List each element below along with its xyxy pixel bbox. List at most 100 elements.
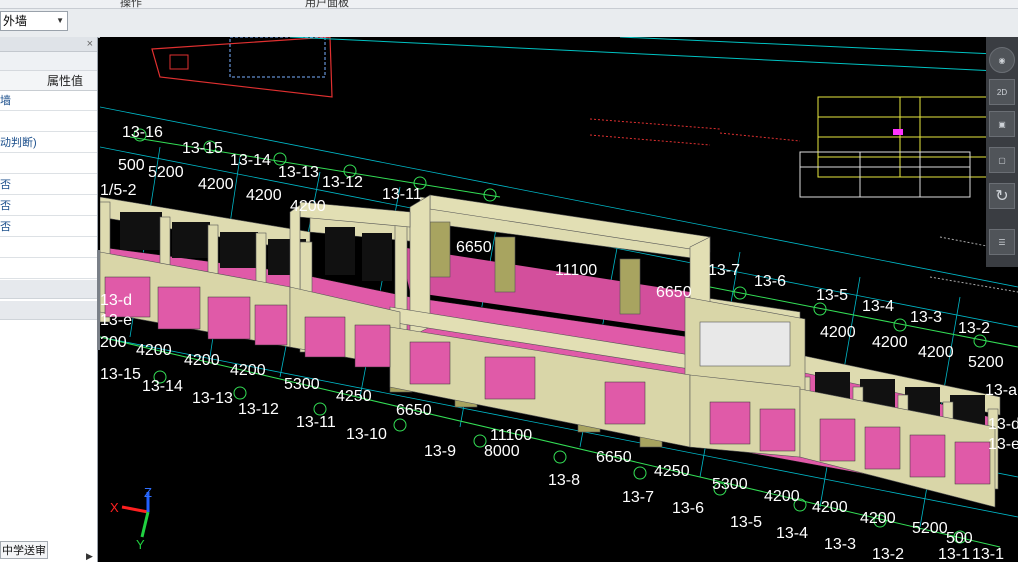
axis-label: 13-3 (824, 536, 856, 553)
sphere-view-icon[interactable]: ◉ (989, 47, 1015, 73)
axis-label: 13-7 (622, 489, 654, 506)
axis-label: 13-13 (192, 390, 233, 407)
property-row[interactable] (0, 259, 97, 279)
3d-box-icon[interactable]: ▣ (989, 111, 1015, 137)
axis-label: 13-2 (958, 320, 990, 337)
panel-toolbar (0, 52, 97, 71)
dim-text: 4250 (336, 388, 372, 405)
panel-title-bar: × (0, 37, 97, 52)
dim-text: 6650 (596, 449, 632, 466)
dim-text: 4200 (764, 488, 800, 505)
property-row[interactable]: 动判断) (0, 133, 97, 153)
chevron-right-icon[interactable]: ▶ (86, 551, 93, 562)
axis-label: 13-11 (296, 414, 336, 431)
dim-text: 5200 (148, 164, 184, 181)
side-label: 13-d (100, 292, 132, 309)
3d-viewport[interactable]: 13-16 13-15 13-14 13-13 13-12 13-11 1/5-… (100, 37, 1018, 562)
side-label: 13-e (100, 312, 132, 329)
axis-label: 13-12 (322, 174, 363, 191)
menu-bar: 操作 用户面板 (0, 0, 1018, 9)
dim-text: 4200 (872, 334, 908, 351)
column-header-value: 属性值 (0, 71, 97, 91)
dim-text: 4250 (654, 463, 690, 480)
axis-label: 13-11 (382, 186, 422, 203)
dim-text: 4200 (246, 187, 282, 204)
dim-text: 4200 (860, 510, 896, 527)
axis-label: 13-5 (816, 287, 848, 304)
chevron-down-icon[interactable]: ▼ (56, 12, 64, 30)
dim-text: 11100 (490, 427, 532, 444)
axis-label: 13-12 (238, 401, 279, 418)
property-row[interactable]: 墙 (0, 91, 97, 111)
axis-label: 13-14 (230, 152, 271, 169)
axis-label: 13-2 (872, 546, 904, 562)
axis-label: 13-1 (938, 546, 970, 562)
axis-label: 13-5 (730, 514, 762, 531)
property-row[interactable] (0, 112, 97, 132)
side-label: 1/5-2 (100, 182, 137, 199)
axis-label: 13-9 (424, 443, 456, 460)
properties-panel: × 属性值 墙 动判断) 否 否 否 中学送审 ▶ (0, 37, 98, 562)
property-row[interactable]: 否 (0, 175, 97, 195)
dim-text: 4200 (198, 176, 234, 193)
dim-text: 6650 (456, 239, 492, 256)
dim-text: 8000 (484, 443, 520, 460)
axis-label: 13-3 (910, 309, 942, 326)
floor-selector-value: 外墙 (3, 14, 28, 28)
axis-label: 13-d (988, 416, 1018, 433)
dim-text: 4200 (918, 344, 954, 361)
dim-text: 4200 (184, 352, 220, 369)
dim-text: 4200 (136, 342, 172, 359)
x-axis-label: X (110, 500, 119, 515)
axis-label: 13-7 (708, 262, 740, 279)
property-group-header[interactable] (0, 280, 97, 299)
axis-label: 13-a (985, 382, 1017, 399)
dim-text: 200 (100, 334, 127, 351)
property-row[interactable] (0, 238, 97, 258)
dim-text: 11100 (555, 262, 597, 279)
dim-text: 4200 (812, 499, 848, 516)
property-row[interactable]: 否 (0, 217, 97, 237)
dim-text: 5200 (968, 354, 1004, 371)
dim-text: 4200 (230, 362, 266, 379)
property-row[interactable]: 否 (0, 196, 97, 216)
dim-text: 500 (946, 530, 973, 547)
bottom-tab[interactable]: 中学送审 (0, 541, 48, 559)
axis-label: 13-6 (672, 500, 704, 517)
toolbar: 外墙 ▼ (0, 9, 1018, 38)
property-group-header[interactable] (0, 301, 97, 320)
axis-label: 13-13 (278, 164, 319, 181)
axis-gizmo: X Z Y (110, 485, 152, 552)
z-axis-label: Z (144, 485, 152, 500)
dim-text: 5300 (712, 476, 748, 493)
2d-view-label: 2D (996, 88, 1008, 97)
rotate-icon[interactable]: ↻ (989, 183, 1015, 209)
dim-text: 4200 (820, 324, 856, 341)
axis-label: 13-15 (100, 366, 141, 383)
layers-icon[interactable]: ☰ (989, 229, 1015, 255)
axis-label: 13-6 (754, 273, 786, 290)
axis-label: 13-14 (142, 378, 183, 395)
view-toolbar: ◉ 2D ▣ ▢ ↻ ☰ (986, 37, 1018, 267)
axis-label: 13-10 (346, 426, 387, 443)
axis-label: 13-16 (122, 124, 163, 141)
floor-selector[interactable]: 外墙 ▼ (0, 11, 68, 31)
y-axis-label: Y (136, 537, 145, 552)
axis-label: 13-8 (548, 472, 580, 489)
property-row[interactable] (0, 154, 97, 174)
dim-text: 6650 (656, 284, 692, 301)
axis-label: 13-1 (972, 546, 1004, 562)
axis-label: 13-15 (182, 140, 223, 157)
dim-text: 6650 (396, 402, 432, 419)
dim-text: 4200 (290, 198, 326, 215)
close-icon[interactable]: × (87, 37, 93, 51)
cube-view-icon[interactable]: ▢ (989, 147, 1015, 173)
2d-view-icon[interactable]: 2D (989, 79, 1015, 105)
axis-label: 13-e (988, 436, 1018, 453)
dim-text: 500 (118, 157, 145, 174)
dim-text: 5200 (912, 520, 948, 537)
dim-text: 5300 (284, 376, 320, 393)
axis-label: 13-4 (776, 525, 808, 542)
building-model: 13-16 13-15 13-14 13-13 13-12 13-11 1/5-… (100, 37, 1018, 562)
axis-label: 13-4 (862, 298, 894, 315)
